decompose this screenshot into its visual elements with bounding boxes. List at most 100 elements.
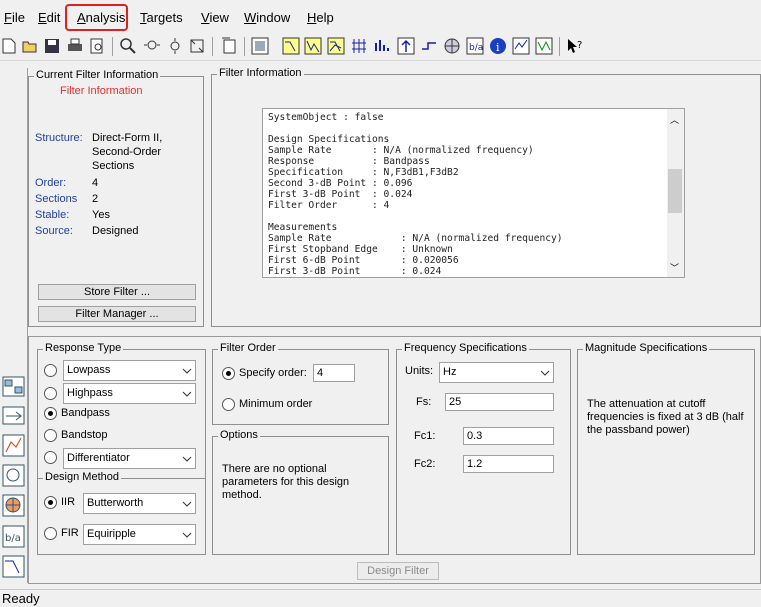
fc1-input[interactable]: 0.3 — [463, 427, 554, 445]
magnitude-response-icon[interactable] — [282, 37, 300, 55]
specify-order-radio[interactable] — [222, 367, 235, 380]
structure-value-2: Second-Order — [92, 146, 162, 158]
svg-text:b/a: b/a — [469, 43, 483, 53]
highpass-select[interactable]: Highpass — [63, 383, 196, 404]
new-plot-icon[interactable] — [220, 37, 238, 55]
chevron-down-icon — [540, 370, 550, 376]
transform-filter-icon[interactable] — [2, 404, 25, 427]
fs-label: Fs: — [416, 396, 432, 408]
store-filter-button[interactable]: Store Filter ... — [38, 284, 196, 300]
pole-zero-editor-icon[interactable] — [2, 375, 25, 398]
lowpass-select[interactable]: Lowpass — [63, 360, 196, 381]
fc1-label: Fc1: — [414, 430, 436, 442]
filter-info-heading: Filter Information — [60, 85, 143, 97]
info-icon[interactable]: i — [489, 37, 507, 55]
sections-value: 2 — [92, 193, 99, 205]
zoom-x-icon[interactable] — [143, 37, 161, 55]
differentiator-radio[interactable] — [44, 451, 57, 464]
options-text: There are no optional parameters for thi… — [222, 463, 350, 501]
chevron-down-icon — [182, 391, 192, 397]
filter-manager-button[interactable]: Filter Manager ... — [38, 306, 196, 322]
menu-help[interactable]: Help — [307, 10, 334, 25]
filter-order-group: Filter Order — [212, 342, 389, 425]
current-filter-info-title: Current Filter Information — [34, 69, 161, 81]
grid-icon[interactable] — [535, 37, 553, 55]
menu-targets[interactable]: Targets — [140, 10, 183, 25]
order-label: Order: — [35, 177, 67, 189]
highpass-radio[interactable] — [44, 387, 57, 400]
source-label: Source: — [35, 225, 73, 237]
quantize-icon[interactable] — [2, 434, 25, 457]
structure-value-1: Direct-Form II, — [92, 132, 163, 144]
filter-info-icon[interactable]: b/a — [466, 37, 484, 55]
fc2-label: Fc2: — [414, 458, 436, 470]
scroll-thumb[interactable] — [668, 169, 682, 213]
menu-analysis[interactable]: Analysis — [77, 10, 125, 25]
magnitude-phase-icon[interactable] — [327, 37, 345, 55]
impulse-response-icon[interactable] — [373, 37, 391, 55]
save-icon[interactable] — [43, 37, 61, 55]
step-response-icon[interactable] — [397, 37, 415, 55]
iir-label: IIR — [61, 496, 76, 508]
fir-label: FIR — [61, 527, 79, 539]
import-filter-icon[interactable]: b/a — [2, 525, 25, 548]
menu-view[interactable]: View — [201, 10, 229, 25]
chevron-down-icon — [182, 456, 192, 462]
phase-response-icon[interactable] — [304, 37, 322, 55]
sections-label: Sections — [35, 193, 78, 205]
full-view-icon[interactable] — [188, 37, 206, 55]
menu-edit[interactable]: Edit — [38, 10, 60, 25]
svg-text:?: ? — [577, 40, 582, 51]
bandstop-radio[interactable] — [44, 429, 57, 442]
scroll-down-icon[interactable]: ﹀ — [670, 261, 679, 274]
print-icon[interactable] — [66, 37, 84, 55]
filter-info-scrollbar[interactable]: ︿ ﹀ — [667, 109, 684, 277]
realize-model-icon[interactable] — [2, 464, 25, 487]
fir-radio[interactable] — [44, 527, 57, 540]
minimum-order-label: Minimum order — [239, 398, 313, 410]
order-value: 4 — [92, 177, 99, 189]
filter-coefficients-icon[interactable] — [443, 37, 461, 55]
options-title: Options — [218, 429, 260, 441]
fir-method-select[interactable]: Equiripple — [83, 524, 196, 545]
filter-spec-icon[interactable] — [251, 37, 269, 55]
group-delay-icon[interactable] — [350, 37, 368, 55]
units-select[interactable]: Hz — [439, 362, 554, 383]
chevron-down-icon — [182, 532, 192, 538]
filter-order-title: Filter Order — [218, 342, 278, 354]
svg-text:b/a: b/a — [5, 533, 21, 544]
design-filter-icon[interactable] — [2, 555, 25, 578]
zoom-in-icon[interactable] — [119, 37, 137, 55]
specify-order-label: Specify order: — [239, 367, 307, 379]
filter-info-textarea[interactable]: SystemObject : false Design Specificatio… — [262, 108, 685, 278]
iir-method-select[interactable]: Butterworth — [83, 493, 196, 514]
new-icon[interactable] — [0, 37, 18, 55]
multirate-icon[interactable] — [2, 494, 25, 517]
bandpass-radio[interactable] — [44, 407, 57, 420]
svg-text:i: i — [496, 41, 500, 54]
order-input[interactable]: 4 — [313, 364, 355, 382]
differentiator-select[interactable]: Differentiator — [63, 448, 196, 469]
filter-information-title: Filter Information — [217, 67, 304, 79]
open-icon[interactable] — [21, 37, 39, 55]
minimum-order-radio[interactable] — [222, 398, 235, 411]
design-filter-button[interactable]: Design Filter — [357, 562, 439, 580]
filter-info-text: SystemObject : false Design Specificatio… — [268, 112, 563, 277]
fs-input[interactable]: 25 — [445, 393, 554, 411]
status-text: Ready — [2, 591, 40, 606]
scroll-up-icon[interactable]: ︿ — [670, 113, 679, 126]
bandstop-label: Bandstop — [61, 429, 108, 441]
print-preview-icon[interactable] — [88, 37, 106, 55]
iir-radio[interactable] — [44, 496, 57, 509]
fc2-input[interactable]: 1.2 — [463, 455, 554, 473]
menu-file[interactable]: File — [4, 10, 25, 25]
whats-this-icon[interactable]: ? — [566, 37, 584, 55]
pole-zero-icon[interactable] — [420, 37, 438, 55]
legend-icon[interactable] — [512, 37, 530, 55]
response-type-title: Response Type — [43, 342, 124, 354]
design-method-title: Design Method — [43, 471, 121, 483]
zoom-y-icon[interactable] — [166, 37, 184, 55]
lowpass-radio[interactable] — [44, 364, 57, 377]
menu-window[interactable]: Window — [244, 10, 290, 25]
structure-value-3: Sections — [92, 160, 135, 172]
